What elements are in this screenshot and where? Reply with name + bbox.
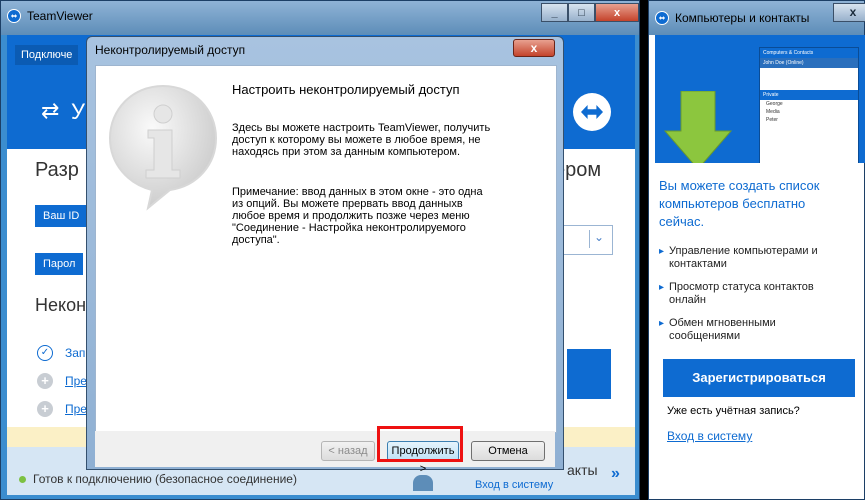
computers-contacts-label[interactable]: акты — [567, 462, 598, 478]
allow-remote-heading: Разр — [35, 159, 79, 181]
contacts-titlebar[interactable]: Компьютеры и контакты x — [649, 1, 865, 35]
headline-line: Вы можете создать список — [659, 178, 820, 193]
have-account-text: Уже есть учётная запись? — [667, 405, 800, 417]
dialog-description: Здесь вы можете настроить TeamViewer, по… — [232, 122, 532, 158]
teamviewer-brand-logo-icon — [573, 93, 611, 131]
assign-device-link[interactable]: Пре — [65, 374, 87, 388]
your-id-label: Ваш ID — [35, 205, 88, 227]
status-login-link[interactable]: Вход в систему — [475, 479, 553, 491]
continue-button-highlight — [377, 426, 463, 462]
contacts-headline: Вы можете создать список компьютеров бес… — [659, 177, 855, 231]
feature-item: Обмен мгновенными сообщениями — [659, 317, 859, 343]
chevron-down-icon[interactable]: ⌄ — [589, 230, 608, 248]
unattended-access-dialog: Неконтролируемый доступ x Настроить неко… — [86, 36, 564, 475]
green-arrow-icon — [663, 91, 733, 163]
preview-contact: Media — [766, 109, 780, 115]
plus-circle-icon: + — [37, 401, 53, 417]
dialog-title: Неконтролируемый доступ — [95, 43, 246, 57]
note-line: любое время и продолжить позже через мен… — [232, 210, 470, 222]
register-button[interactable]: Зарегистрироваться — [663, 359, 855, 397]
description-line: находясь при этом за данным компьютером. — [232, 146, 461, 158]
check-circle-icon: ✓ — [37, 345, 53, 361]
info-bubble-icon — [108, 84, 218, 211]
main-window-title: TeamViewer — [27, 9, 93, 23]
dialog-body: Настроить неконтролируемый доступ Здесь … — [95, 65, 557, 433]
contacts-preview-image: Computers & Contacts John Doe (Online) P… — [759, 47, 859, 163]
connect-button[interactable] — [567, 349, 611, 399]
preview-contact: Peter — [766, 117, 778, 123]
contacts-window-title: Компьютеры и контакты — [675, 11, 810, 25]
start-with-windows-link[interactable]: Зап — [65, 346, 85, 360]
note-line: из опций. Вы можете прервать ввод данных… — [232, 198, 463, 210]
dialog-note: Примечание: ввод данных в этом окне - эт… — [232, 186, 532, 246]
description-line: Здесь вы можете настроить TeamViewer, по… — [232, 122, 491, 134]
preview-group: Private — [760, 90, 858, 100]
password-label: Парол — [35, 253, 84, 275]
close-button[interactable]: x — [595, 3, 639, 22]
headline-line: сейчас. — [659, 214, 705, 229]
maximize-button[interactable]: □ — [568, 3, 595, 22]
note-line: Примечание: ввод данных в этом окне - эт… — [232, 186, 483, 198]
banner-title: У — [71, 99, 85, 124]
grant-easy-access-link[interactable]: Пре — [65, 402, 87, 416]
chevron-right-double-icon[interactable]: » — [611, 465, 620, 483]
feature-line: Обмен мгновенными — [669, 317, 776, 329]
teamviewer-logo-icon — [655, 11, 669, 25]
login-link[interactable]: Вход в систему — [667, 429, 752, 443]
contacts-close-button[interactable]: x — [833, 3, 865, 22]
plus-circle-icon: + — [37, 373, 53, 389]
computers-contacts-window: Компьютеры и контакты x Computers & Cont… — [648, 0, 865, 500]
preview-contact: George — [766, 101, 783, 107]
contacts-banner: Computers & Contacts John Doe (Online) P… — [655, 35, 865, 163]
dialog-heading: Настроить неконтролируемый доступ — [232, 82, 460, 97]
feature-item: Управление компьютерами и контактами — [659, 245, 859, 271]
status-ok-icon — [19, 476, 26, 483]
cancel-button[interactable]: Отмена — [471, 441, 545, 461]
tab-connect[interactable]: Подключе — [15, 45, 79, 65]
preview-title: Computers & Contacts — [760, 48, 858, 58]
feature-item: Просмотр статуса контактов онлайн — [659, 281, 859, 307]
note-line: доступа". — [232, 234, 280, 246]
feature-line: Просмотр статуса контактов — [669, 281, 814, 293]
dialog-button-bar: < назад Продолжить > Отмена — [95, 431, 555, 475]
teamviewer-logo-icon — [7, 9, 21, 23]
double-arrow-icon: ⇄ — [41, 98, 60, 123]
main-titlebar[interactable]: TeamViewer _ □ x — [1, 1, 639, 35]
back-button[interactable]: < назад — [321, 441, 375, 461]
connection-status-text: Готов к подключению (безопасное соединен… — [33, 472, 297, 486]
feature-line: сообщениями — [669, 330, 741, 342]
note-line: "Соединение - Настройка неконтролируемог… — [232, 222, 466, 234]
headline-line: компьютеров бесплатно — [659, 196, 806, 211]
feature-line: онлайн — [669, 294, 706, 306]
unattended-access-heading: Некон — [35, 295, 87, 315]
feature-line: Управление компьютерами и — [669, 245, 818, 257]
description-line: доступ к которому вы можете в любое врем… — [232, 134, 481, 146]
preview-user: John Doe (Online) — [760, 58, 858, 68]
feature-line: контактами — [669, 258, 727, 270]
dialog-close-button[interactable]: x — [513, 39, 555, 57]
minimize-button[interactable]: _ — [541, 3, 568, 22]
